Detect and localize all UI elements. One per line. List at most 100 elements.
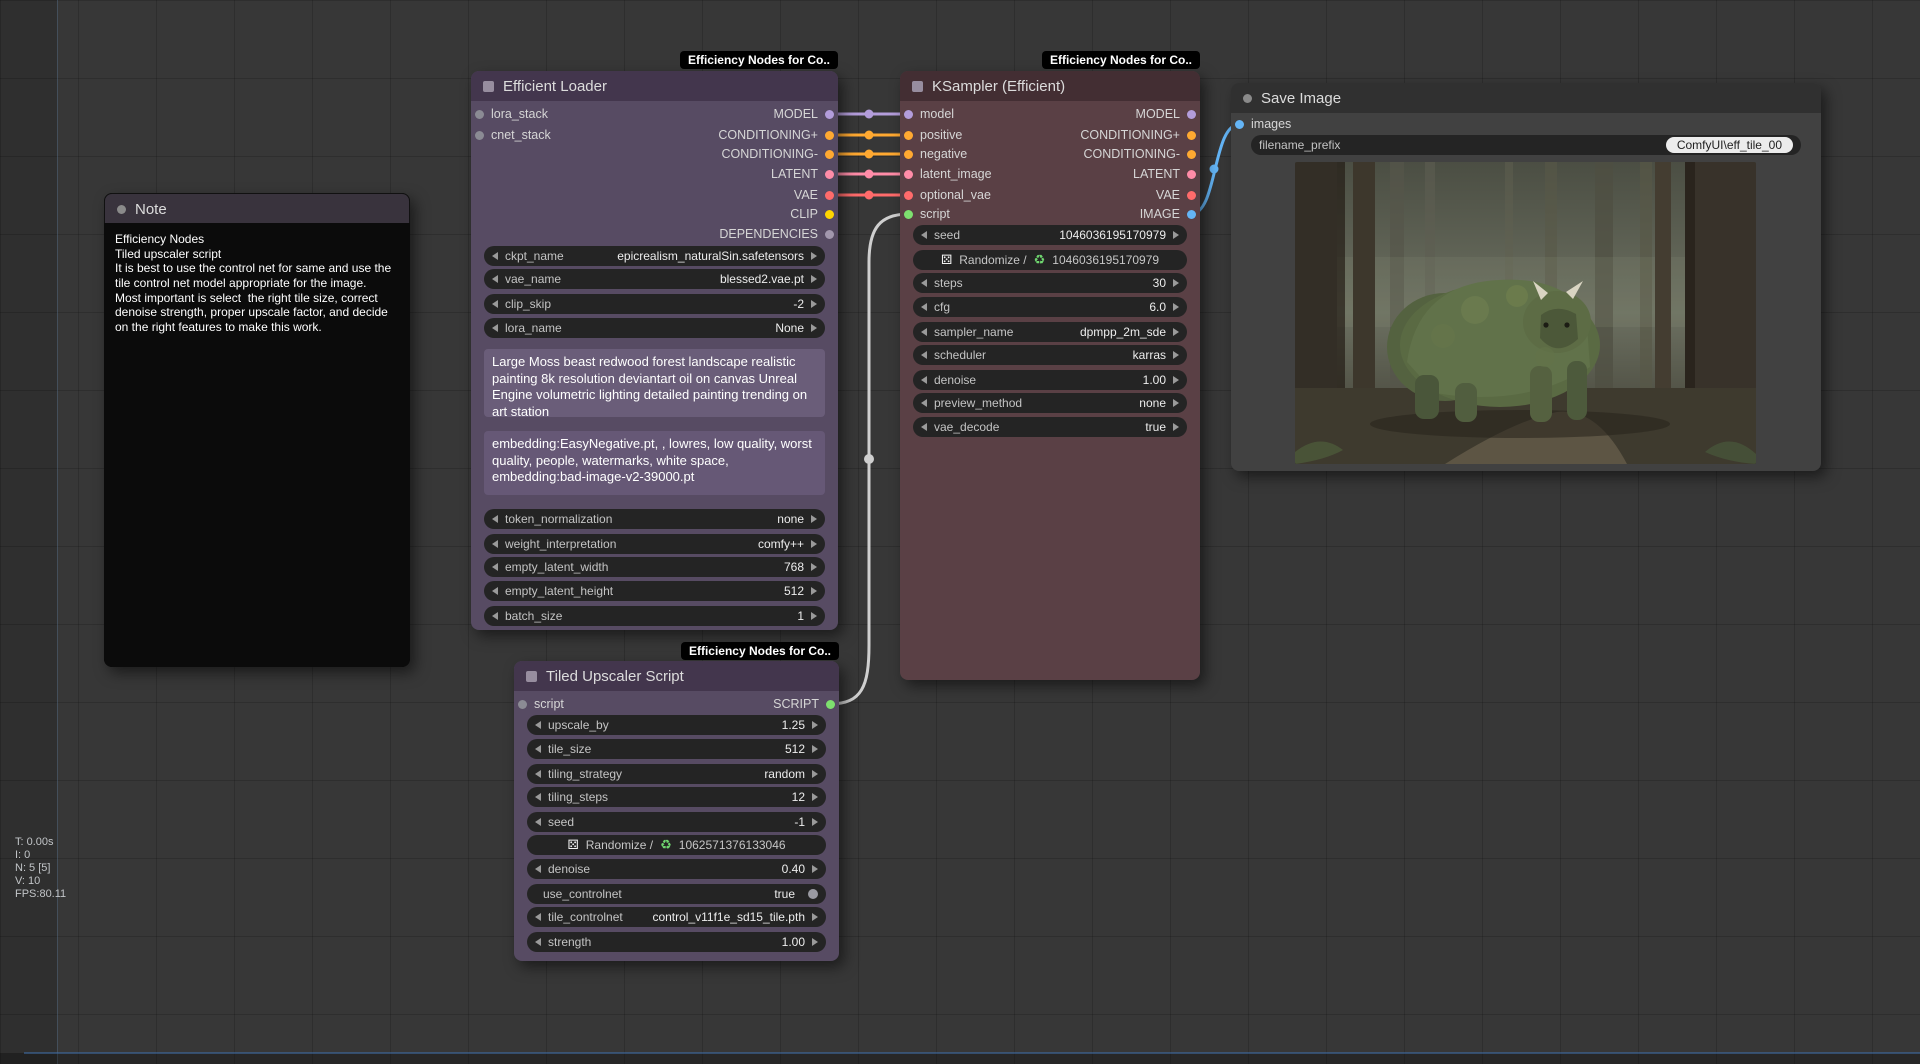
port-dot[interactable]: [904, 210, 913, 219]
prev-value-icon[interactable]: [492, 252, 498, 260]
next-value-icon[interactable]: [1173, 303, 1179, 311]
next-value-icon[interactable]: [1173, 376, 1179, 384]
prev-value-icon[interactable]: [492, 300, 498, 308]
next-value-icon[interactable]: [812, 818, 818, 826]
collapse-icon[interactable]: [117, 205, 126, 214]
port-dot[interactable]: [475, 131, 484, 140]
next-value-icon[interactable]: [812, 721, 818, 729]
prev-value-icon[interactable]: [535, 793, 541, 801]
prev-value-icon[interactable]: [921, 376, 927, 384]
prev-value-icon[interactable]: [921, 279, 927, 287]
prev-value-icon[interactable]: [535, 938, 541, 946]
prev-value-icon[interactable]: [535, 818, 541, 826]
prev-value-icon[interactable]: [492, 587, 498, 595]
next-value-icon[interactable]: [811, 515, 817, 523]
next-value-icon[interactable]: [812, 938, 818, 946]
port-dot[interactable]: [904, 110, 913, 119]
next-value-icon[interactable]: [1173, 351, 1179, 359]
prev-value-icon[interactable]: [921, 423, 927, 431]
preview-method-widget[interactable]: preview_method none: [913, 393, 1187, 413]
port-dot[interactable]: [904, 150, 913, 159]
seed-widget[interactable]: seed -1: [527, 812, 826, 832]
node-graph-canvas[interactable]: Efficiency Nodes for Co.. Efficiency Nod…: [0, 0, 1920, 1064]
use-controlnet-widget[interactable]: use_controlnet true: [527, 884, 826, 904]
port-dot[interactable]: [825, 170, 834, 179]
note-title-bar[interactable]: Note: [104, 193, 410, 224]
filename-prefix-value[interactable]: ComfyUI\eff_tile_00: [1666, 137, 1793, 153]
seed-widget[interactable]: seed 1046036195170979: [913, 225, 1187, 245]
cfg-widget[interactable]: cfg 6.0: [913, 297, 1187, 317]
prev-value-icon[interactable]: [535, 721, 541, 729]
tiling-strategy-widget[interactable]: tiling_strategy random: [527, 764, 826, 784]
positive-prompt-textarea[interactable]: Large Moss beast redwood forest landscap…: [484, 349, 825, 417]
node-title-bar[interactable]: KSampler (Efficient): [900, 71, 1200, 101]
lora-name-widget[interactable]: lora_name None: [484, 318, 825, 338]
negative-prompt-textarea[interactable]: embedding:EasyNegative.pt, , lowres, low…: [484, 431, 825, 495]
next-value-icon[interactable]: [811, 324, 817, 332]
empty-latent-width-widget[interactable]: empty_latent_width 768: [484, 557, 825, 577]
empty-latent-height-widget[interactable]: empty_latent_height 512: [484, 581, 825, 601]
next-value-icon[interactable]: [811, 612, 817, 620]
next-value-icon[interactable]: [812, 913, 818, 921]
node-title-bar[interactable]: Tiled Upscaler Script: [514, 661, 839, 691]
next-value-icon[interactable]: [812, 770, 818, 778]
tile-controlnet-widget[interactable]: tile_controlnet control_v11f1e_sd15_tile…: [527, 907, 826, 927]
prev-value-icon[interactable]: [535, 913, 541, 921]
next-value-icon[interactable]: [811, 587, 817, 595]
port-dot[interactable]: [1187, 150, 1196, 159]
next-value-icon[interactable]: [811, 563, 817, 571]
next-value-icon[interactable]: [812, 793, 818, 801]
denoise-widget[interactable]: denoise 0.40: [527, 859, 826, 879]
vae-decode-widget[interactable]: vae_decode true: [913, 417, 1187, 437]
upscale-by-widget[interactable]: upscale_by 1.25: [527, 715, 826, 735]
collapse-icon[interactable]: [526, 671, 537, 682]
port-dot[interactable]: [825, 131, 834, 140]
port-dot[interactable]: [1187, 131, 1196, 140]
next-value-icon[interactable]: [811, 300, 817, 308]
prev-value-icon[interactable]: [492, 275, 498, 283]
randomize-button[interactable]: ⚄ Randomize / ♻ 1062571376133046: [527, 835, 826, 855]
batch-size-widget[interactable]: batch_size 1: [484, 606, 825, 626]
port-dot[interactable]: [1187, 191, 1196, 200]
port-dot[interactable]: [825, 210, 834, 219]
next-value-icon[interactable]: [1173, 399, 1179, 407]
prev-value-icon[interactable]: [492, 540, 498, 548]
port-dot[interactable]: [825, 230, 834, 239]
prev-value-icon[interactable]: [921, 399, 927, 407]
sampler-name-widget[interactable]: sampler_name dpmpp_2m_sde: [913, 322, 1187, 342]
clip-skip-widget[interactable]: clip_skip -2: [484, 294, 825, 314]
tiling-steps-widget[interactable]: tiling_steps 12: [527, 787, 826, 807]
randomize-button[interactable]: ⚄ Randomize / ♻ 1046036195170979: [913, 250, 1187, 270]
prev-value-icon[interactable]: [535, 865, 541, 873]
prev-value-icon[interactable]: [492, 563, 498, 571]
strength-widget[interactable]: strength 1.00: [527, 932, 826, 952]
next-value-icon[interactable]: [1173, 231, 1179, 239]
port-dot[interactable]: [826, 700, 835, 709]
prev-value-icon[interactable]: [535, 745, 541, 753]
port-dot[interactable]: [1187, 110, 1196, 119]
prev-value-icon[interactable]: [535, 770, 541, 778]
collapse-icon[interactable]: [1243, 94, 1252, 103]
next-value-icon[interactable]: [1173, 423, 1179, 431]
port-dot[interactable]: [475, 110, 484, 119]
next-value-icon[interactable]: [811, 275, 817, 283]
boolean-toggle-dot[interactable]: [808, 889, 818, 899]
scheduler-widget[interactable]: scheduler karras: [913, 345, 1187, 365]
steps-widget[interactable]: steps 30: [913, 273, 1187, 293]
port-dot[interactable]: [1187, 210, 1196, 219]
denoise-widget[interactable]: denoise 1.00: [913, 370, 1187, 390]
port-dot[interactable]: [904, 170, 913, 179]
next-value-icon[interactable]: [1173, 279, 1179, 287]
ckpt-name-widget[interactable]: ckpt_name epicrealism_naturalSin.safeten…: [484, 246, 825, 266]
port-dot[interactable]: [904, 191, 913, 200]
prev-value-icon[interactable]: [921, 231, 927, 239]
port-dot[interactable]: [518, 700, 527, 709]
node-title-bar[interactable]: Save Image: [1231, 83, 1821, 113]
collapse-icon[interactable]: [912, 81, 923, 92]
prev-value-icon[interactable]: [921, 351, 927, 359]
token-normalization-widget[interactable]: token_normalization none: [484, 509, 825, 529]
port-dot[interactable]: [904, 131, 913, 140]
prev-value-icon[interactable]: [492, 515, 498, 523]
port-dot[interactable]: [825, 191, 834, 200]
port-dot[interactable]: [1235, 120, 1244, 129]
